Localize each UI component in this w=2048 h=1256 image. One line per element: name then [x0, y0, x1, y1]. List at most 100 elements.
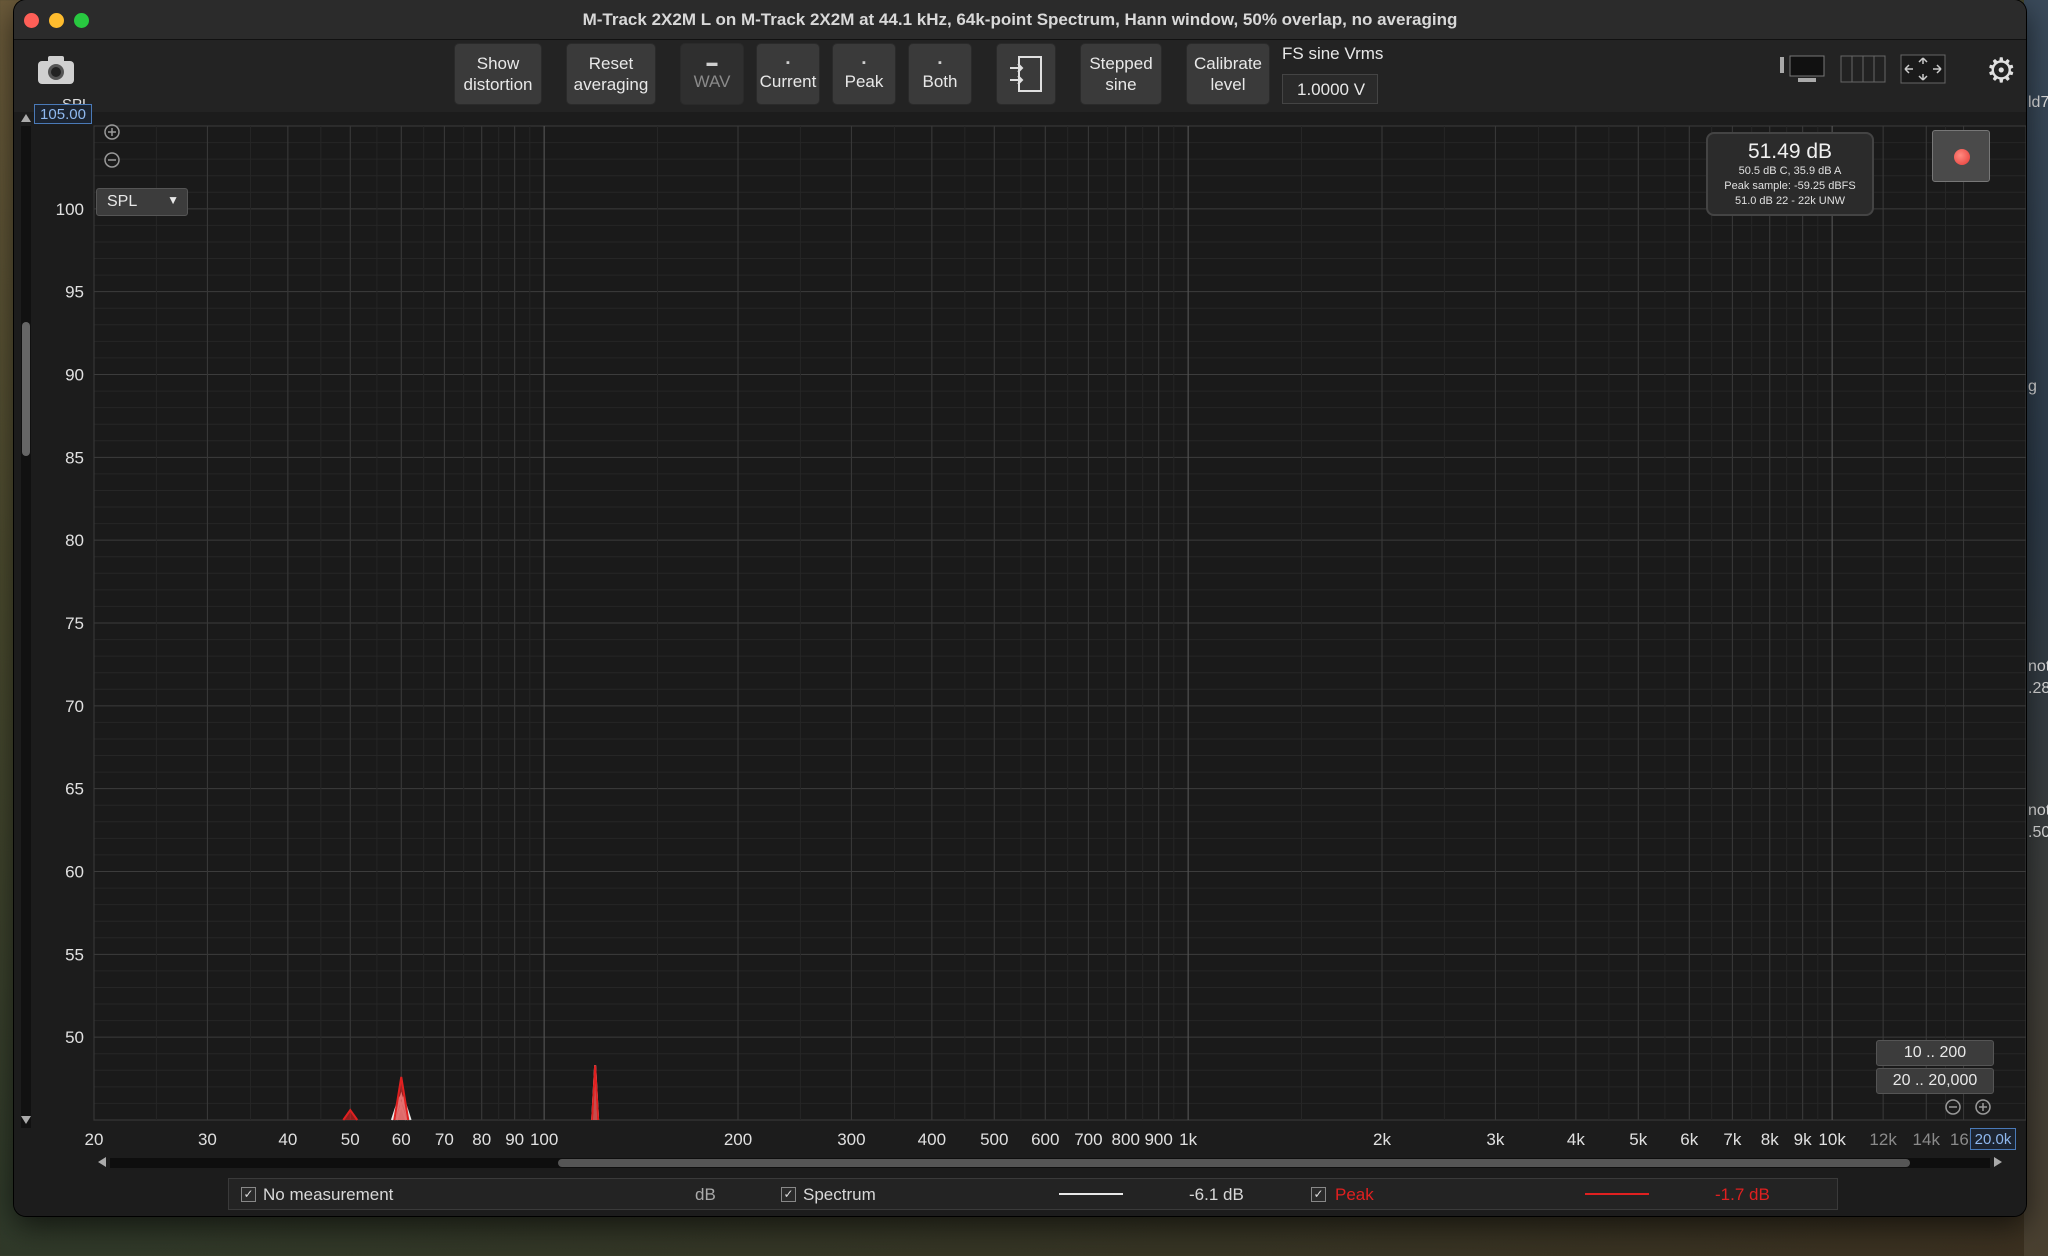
x-tick-label: 30 — [198, 1130, 217, 1149]
x-tick-label: 60 — [392, 1130, 411, 1149]
vertical-scrollbar-track[interactable] — [21, 126, 31, 1128]
y-tick-label: 85 — [65, 448, 84, 467]
save-icon: ▪ — [786, 56, 790, 69]
level-readout-panel: 51.49 dB 50.5 dB C, 35.9 dB A Peak sampl… — [1706, 132, 1874, 216]
y-tick-label: 65 — [65, 780, 84, 799]
x-tick-label: 4k — [1567, 1130, 1585, 1149]
x-zoom-out-icon[interactable] — [1944, 1098, 1962, 1116]
x-tick-label: 14k — [1913, 1130, 1941, 1149]
toolbar: Show distortion Reset averaging ▬ WAV ▪ … — [14, 40, 2026, 112]
desktop-fragment: not — [2028, 658, 2048, 675]
scroll-up-arrow-icon[interactable] — [20, 112, 32, 124]
scroll-left-arrow-icon[interactable] — [96, 1156, 108, 1168]
settings-gear-icon[interactable]: ⚙ — [1986, 54, 2016, 88]
x-tick-label: 9k — [1794, 1130, 1812, 1149]
save-peak-button[interactable]: ▪ Peak — [832, 43, 896, 105]
readout-main-level: 51.49 dB — [1747, 140, 1833, 163]
fullscreen-arrows-icon[interactable] — [1900, 54, 1946, 84]
y-tick-label: 50 — [65, 1028, 84, 1047]
minimize-window-button[interactable] — [49, 13, 64, 28]
spectrum-level: -6.1 dB — [1189, 1185, 1244, 1204]
x-tick-label: 12k — [1869, 1130, 1897, 1149]
x-tick-label: 7k — [1723, 1130, 1741, 1149]
multi-view-icon[interactable] — [1840, 54, 1886, 84]
x-max-field[interactable]: 20.0k — [1970, 1128, 2016, 1150]
save-icon: ▪ — [862, 56, 866, 69]
camera-icon[interactable] — [36, 54, 76, 86]
legend-bar: ✓ No measurement dB ✓ Spectrum -6.1 dB ✓… — [228, 1178, 1838, 1210]
calibrate-level-button[interactable]: Calibrate level — [1186, 43, 1270, 105]
x-tick-label: 900 — [1144, 1130, 1172, 1149]
range-20-20000-button[interactable]: 20 .. 20,000 — [1876, 1068, 1994, 1094]
x-tick-label: 300 — [837, 1130, 865, 1149]
x-tick-label: 10k — [1818, 1130, 1846, 1149]
app-window: M-Track 2X2M L on M-Track 2X2M at 44.1 k… — [14, 0, 2026, 1216]
x-tick-label: 90 — [505, 1130, 524, 1149]
legend-db-unit: dB — [695, 1185, 716, 1204]
show-distortion-button[interactable]: Show distortion — [454, 43, 542, 105]
x-tick-label: 700 — [1074, 1130, 1102, 1149]
x-tick-label: 500 — [980, 1130, 1008, 1149]
desktop-fragment: .28 — [2028, 680, 2048, 697]
x-zoom-in-icon[interactable] — [1974, 1098, 1992, 1116]
x-tick-label: 20 — [85, 1130, 104, 1149]
single-view-icon[interactable] — [1780, 54, 1826, 84]
title-bar: M-Track 2X2M L on M-Track 2X2M at 44.1 k… — [14, 0, 2026, 40]
maximize-window-button[interactable] — [74, 13, 89, 28]
x-tick-label: 70 — [435, 1130, 454, 1149]
peak-line-swatch — [1585, 1193, 1649, 1195]
horizontal-scrollbar-track[interactable] — [110, 1158, 1990, 1168]
fs-sine-vrms-field[interactable]: 1.0000 V — [1282, 74, 1378, 104]
horizontal-scrollbar-thumb[interactable] — [558, 1159, 1910, 1167]
record-button[interactable] — [1932, 130, 1990, 182]
scroll-right-arrow-icon[interactable] — [1992, 1156, 2004, 1168]
desktop-fragment: not — [2028, 802, 2048, 819]
readout-unweighted-level: 51.0 dB 22 - 22k UNW — [1734, 195, 1846, 207]
record-dot-icon — [1954, 149, 1970, 165]
zoom-in-icon[interactable] — [102, 122, 122, 142]
y-tick-label: 80 — [65, 531, 84, 550]
x-tick-label: 400 — [918, 1130, 946, 1149]
desktop-fragment: ld7 — [2028, 94, 2048, 111]
reset-averaging-button[interactable]: Reset averaging — [566, 43, 656, 105]
peak-checkbox[interactable]: ✓ — [1311, 1187, 1326, 1202]
no-measurement-checkbox[interactable]: ✓ — [241, 1187, 256, 1202]
close-window-button[interactable] — [24, 13, 39, 28]
desktop-background-right: ld7 g not .28 not .50 — [2024, 0, 2048, 1256]
y-tick-label: 75 — [65, 614, 84, 633]
save-wav-button[interactable]: ▬ WAV — [680, 43, 744, 105]
desktop-fragment: .50 — [2028, 824, 2048, 841]
y-max-field[interactable]: 105.00 — [34, 104, 92, 124]
no-measurement-label: No measurement — [263, 1185, 394, 1204]
dropdown-arrow-icon: ▼ — [167, 193, 179, 207]
y-tick-label: 100 — [56, 200, 84, 219]
x-tick-label: 5k — [1629, 1130, 1647, 1149]
capture-to-graph-button[interactable] — [996, 43, 1056, 105]
save-icon: ▬ — [706, 56, 718, 69]
x-tick-label: 50 — [341, 1130, 360, 1149]
desktop-fragment: g — [2028, 378, 2037, 395]
fs-sine-vrms-label: FS sine Vrms — [1282, 44, 1384, 63]
save-current-button[interactable]: ▪ Current — [756, 43, 820, 105]
spectrum-line-swatch — [1059, 1193, 1123, 1195]
y-tick-label: 70 — [65, 697, 84, 716]
spectrum-chart[interactable]: 50 55 60 65 70 75 80 85 90 95 100 20 30 40 50 60 70 80 90… — [14, 112, 2026, 1216]
x-tick-label: 40 — [278, 1130, 297, 1149]
spl-units-dropdown[interactable]: SPL ▼ — [96, 188, 188, 216]
save-icon: ▪ — [938, 56, 942, 69]
x-tick-label: 8k — [1761, 1130, 1779, 1149]
peak-label: Peak — [1335, 1185, 1374, 1204]
range-10-200-button[interactable]: 10 .. 200 — [1876, 1040, 1994, 1066]
readout-weighted-levels: 50.5 dB C, 35.9 dB A — [1738, 165, 1842, 177]
capture-to-graph-icon — [1010, 56, 1042, 92]
y-tick-label: 60 — [65, 863, 84, 882]
scroll-down-arrow-icon[interactable] — [20, 1114, 32, 1126]
x-tick-label: 600 — [1031, 1130, 1059, 1149]
x-tick-label: 3k — [1486, 1130, 1504, 1149]
save-both-button[interactable]: ▪ Both — [908, 43, 972, 105]
zoom-out-icon[interactable] — [102, 150, 122, 170]
spectrum-checkbox[interactable]: ✓ — [781, 1187, 796, 1202]
y-tick-label: 90 — [65, 366, 84, 385]
stepped-sine-button[interactable]: Stepped sine — [1080, 43, 1162, 105]
vertical-scrollbar-thumb[interactable] — [22, 322, 30, 456]
